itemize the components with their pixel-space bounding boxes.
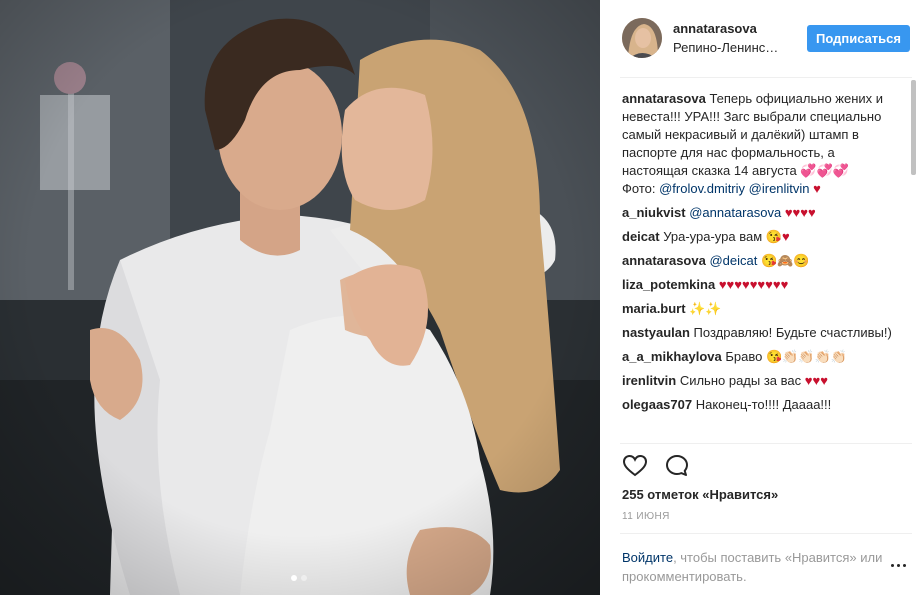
comment-username[interactable]: a_niukvist bbox=[622, 205, 686, 220]
comment-item: annatarasova @deicat 😘🙈😊 bbox=[622, 252, 894, 270]
comment-text: Браво bbox=[725, 349, 763, 364]
comment-emoji: ♥♥♥♥♥♥♥♥♥ bbox=[718, 277, 789, 292]
divider bbox=[620, 533, 912, 534]
carousel-dots bbox=[291, 575, 307, 581]
comment-item: liza_potemkina ♥♥♥♥♥♥♥♥♥ bbox=[622, 276, 894, 294]
login-link[interactable]: Войдите bbox=[622, 550, 673, 565]
comment-emoji: ✨✨ bbox=[689, 301, 722, 316]
likes-count[interactable]: 255 отметок «Нравится» bbox=[622, 487, 778, 502]
comment-item: olegaas707 Наконец-то!!!! Даааа!!! bbox=[622, 396, 894, 414]
comment-username[interactable]: a_a_mikhaylova bbox=[622, 349, 722, 364]
caption-mention[interactable]: @frolov.dmitriy bbox=[659, 181, 745, 196]
follow-button[interactable]: Подписаться bbox=[807, 25, 910, 52]
comment-username[interactable]: annatarasova bbox=[622, 253, 706, 268]
post-date[interactable]: 11 ИЮНЯ bbox=[622, 511, 670, 522]
heart-outline-icon[interactable] bbox=[622, 453, 648, 479]
comment-username[interactable]: liza_potemkina bbox=[622, 277, 715, 292]
comment-item: a_niukvist @annatarasova ♥♥♥♥ bbox=[622, 204, 894, 222]
caption: annatarasova Теперь официально жених и н… bbox=[622, 90, 894, 198]
post-sidebar: annatarasova Репино-Ленинс… Подписаться … bbox=[600, 0, 920, 595]
comment-text: Ура-ура-ура вам bbox=[663, 229, 763, 244]
comment-item: maria.burt ✨✨ bbox=[622, 300, 894, 318]
comment-mention[interactable]: @deicat bbox=[709, 253, 757, 268]
comment-username[interactable]: deicat bbox=[622, 229, 660, 244]
post-location[interactable]: Репино-Ленинс… bbox=[673, 40, 788, 55]
caption-photo-label: Фото: bbox=[622, 181, 656, 196]
comment-text: Наконец-то!!!! Даааа!!! bbox=[695, 397, 832, 412]
post-actions bbox=[622, 453, 690, 479]
comment-item: irenlitvin Сильно рады за вас ♥♥♥ bbox=[622, 372, 894, 390]
carousel-dot-active[interactable] bbox=[291, 575, 297, 581]
avatar[interactable] bbox=[622, 18, 662, 58]
post-header: annatarasova Репино-Ленинс… Подписаться bbox=[600, 0, 920, 76]
caption-mention[interactable]: @irenlitvin bbox=[749, 181, 810, 196]
comment-text: Сильно рады за вас bbox=[679, 373, 802, 388]
post-photo[interactable] bbox=[0, 0, 600, 595]
more-options-icon[interactable] bbox=[891, 564, 911, 570]
comment-emoji: 😘🙈😊 bbox=[760, 253, 810, 268]
comments-scrollbar[interactable] bbox=[911, 80, 916, 175]
caption-username[interactable]: annatarasova bbox=[622, 91, 706, 106]
comment-text: Поздравляю! Будьте счастливы!) bbox=[693, 325, 892, 340]
comment-emoji: 😘👏🏻👏🏻👏🏻👏🏻 bbox=[765, 349, 847, 364]
post-author-username[interactable]: annatarasova bbox=[673, 21, 757, 36]
comment-emoji: ♥♥♥ bbox=[804, 373, 828, 388]
instagram-post: annatarasova Репино-Ленинс… Подписаться … bbox=[0, 0, 920, 595]
speech-bubble-icon[interactable] bbox=[664, 453, 690, 479]
comment-emoji: ♥♥♥♥ bbox=[784, 205, 816, 220]
comment-item: nastyaulan Поздравляю! Будьте счастливы!… bbox=[622, 324, 894, 342]
comment-emoji: 😘♥ bbox=[765, 229, 790, 244]
heart-emoji: ♥ bbox=[813, 181, 821, 196]
comment-item: a_a_mikhaylova Браво 😘👏🏻👏🏻👏🏻👏🏻 bbox=[622, 348, 894, 366]
avatar-image bbox=[622, 18, 662, 58]
comment-username[interactable]: olegaas707 bbox=[622, 397, 692, 412]
comment-mention[interactable]: @annatarasova bbox=[689, 205, 781, 220]
couple-photo bbox=[0, 0, 600, 595]
carousel-dot[interactable] bbox=[301, 575, 307, 581]
comment-username[interactable]: maria.burt bbox=[622, 301, 686, 316]
comment-username[interactable]: irenlitvin bbox=[622, 373, 676, 388]
comment-username[interactable]: nastyaulan bbox=[622, 325, 690, 340]
divider bbox=[620, 443, 912, 444]
login-prompt: Войдите, чтобы поставить «Нравится» или … bbox=[622, 548, 892, 586]
comments-list: annatarasova Теперь официально жених и н… bbox=[622, 90, 894, 442]
divider bbox=[620, 77, 912, 78]
comment-item: deicat Ура-ура-ура вам 😘♥ bbox=[622, 228, 894, 246]
